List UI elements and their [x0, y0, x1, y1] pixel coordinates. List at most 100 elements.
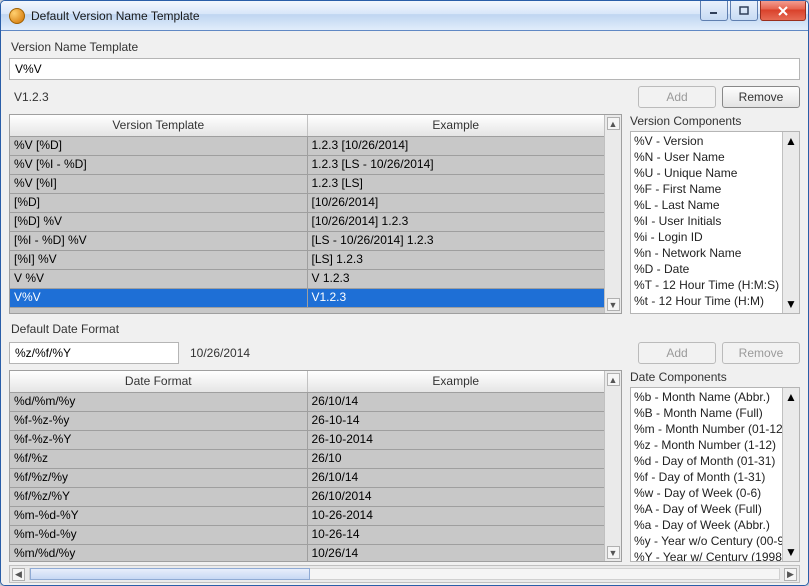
- cell-example: 10-26-14: [308, 526, 605, 544]
- cell-example: 26-10-14: [308, 412, 605, 430]
- date-add-button[interactable]: Add: [638, 342, 716, 364]
- window-title: Default Version Name Template: [31, 9, 200, 23]
- list-item[interactable]: %U - Unique Name: [634, 165, 796, 181]
- list-item[interactable]: %i - Login ID: [634, 229, 796, 245]
- cell-template: %V [%I]: [10, 175, 308, 193]
- version-components-list[interactable]: %V - Version%N - User Name%U - Unique Na…: [630, 131, 800, 314]
- list-item[interactable]: %f - Day of Month (1-31): [634, 469, 796, 485]
- date-components-list[interactable]: %b - Month Name (Abbr.)%B - Month Name (…: [630, 387, 800, 562]
- column-date-format[interactable]: Date Format: [10, 371, 308, 392]
- list-item[interactable]: %I - User Initials: [634, 213, 796, 229]
- table-row[interactable]: V%VV1.2.3: [10, 289, 604, 308]
- list-item[interactable]: %n - Network Name: [634, 245, 796, 261]
- cell-example: 26/10/2014: [308, 488, 605, 506]
- list-item[interactable]: %L - Last Name: [634, 197, 796, 213]
- scroll-right-icon[interactable]: ▶: [784, 568, 797, 581]
- table-row[interactable]: [%I] %V[LS] 1.2.3: [10, 251, 604, 270]
- column-version-example[interactable]: Example: [308, 115, 605, 136]
- window-hscroll[interactable]: ◀ ▶: [9, 565, 800, 583]
- window-close-button[interactable]: [760, 1, 806, 21]
- scroll-down-icon[interactable]: ▼: [607, 298, 620, 311]
- list-item[interactable]: %V - Version: [634, 133, 796, 149]
- table-row[interactable]: %m/%d/%y10/26/14: [10, 545, 604, 561]
- table-row[interactable]: %V [%I]1.2.3 [LS]: [10, 175, 604, 194]
- cell-format: %m-%d-%y: [10, 526, 308, 544]
- cell-format: %m-%d-%Y: [10, 507, 308, 525]
- date-remove-button[interactable]: Remove: [722, 342, 800, 364]
- list-item[interactable]: %y - Year w/o Century (00-99): [634, 533, 796, 549]
- cell-template: [%I - %D] %V: [10, 232, 308, 250]
- cell-template: V %V: [10, 270, 308, 288]
- window-maximize-button[interactable]: [730, 1, 758, 21]
- cell-template: %V [%I - %D]: [10, 156, 308, 174]
- column-date-example[interactable]: Example: [308, 371, 605, 392]
- cell-template: %V [%D]: [10, 137, 308, 155]
- list-item[interactable]: %t - 12 Hour Time (H:M): [634, 293, 796, 309]
- cell-template: [%D]: [10, 194, 308, 212]
- scroll-down-icon[interactable]: ▼: [785, 545, 797, 559]
- cell-example: V1.2.3: [308, 289, 605, 307]
- version-template-input[interactable]: [9, 58, 800, 80]
- table-row[interactable]: %d/%m/%y26/10/14: [10, 393, 604, 412]
- scroll-down-icon[interactable]: ▼: [607, 546, 620, 559]
- cell-example: [LS] 1.2.3: [308, 251, 605, 269]
- list-item[interactable]: %a - Day of Week (Abbr.): [634, 517, 796, 533]
- table-row[interactable]: %f-%z-%Y26-10-2014: [10, 431, 604, 450]
- list-item[interactable]: %b - Month Name (Abbr.): [634, 389, 796, 405]
- version-table-vscroll[interactable]: ▲ ▼: [604, 115, 621, 313]
- list-item[interactable]: %w - Day of Week (0-6): [634, 485, 796, 501]
- cell-format: %f/%z: [10, 450, 308, 468]
- list-item[interactable]: %A - Day of Week (Full): [634, 501, 796, 517]
- date-components-vscroll[interactable]: ▲ ▼: [782, 388, 799, 561]
- list-item[interactable]: %T - 12 Hour Time (H:M:S): [634, 277, 796, 293]
- cell-format: %f/%z/%Y: [10, 488, 308, 506]
- table-row[interactable]: %m-%d-%y10-26-14: [10, 526, 604, 545]
- table-row[interactable]: [%I - %D] %V[LS - 10/26/2014] 1.2.3: [10, 232, 604, 251]
- cell-template: [%I] %V: [10, 251, 308, 269]
- scroll-up-icon[interactable]: ▲: [607, 117, 620, 130]
- list-item[interactable]: %Y - Year w/ Century (1998): [634, 549, 796, 562]
- table-row[interactable]: V %VV 1.2.3: [10, 270, 604, 289]
- table-row[interactable]: %V [%I - %D]1.2.3 [LS - 10/26/2014]: [10, 156, 604, 175]
- hscroll-thumb[interactable]: [30, 568, 310, 580]
- date-format-input[interactable]: [9, 342, 179, 364]
- cell-example: 26/10/14: [308, 469, 605, 487]
- scroll-up-icon[interactable]: ▲: [785, 134, 797, 148]
- list-item[interactable]: %B - Month Name (Full): [634, 405, 796, 421]
- list-item[interactable]: %d - Day of Month (01-31): [634, 453, 796, 469]
- app-icon: [9, 8, 25, 24]
- list-item[interactable]: %N - User Name: [634, 149, 796, 165]
- scroll-left-icon[interactable]: ◀: [12, 568, 25, 581]
- date-table-vscroll[interactable]: ▲ ▼: [604, 371, 621, 561]
- scroll-up-icon[interactable]: ▲: [785, 390, 797, 404]
- table-row[interactable]: %f/%z/%Y26/10/2014: [10, 488, 604, 507]
- version-templates-table[interactable]: Version Template Example %V [%D]1.2.3 [1…: [9, 114, 622, 314]
- table-row[interactable]: [%D] %V[10/26/2014] 1.2.3: [10, 213, 604, 232]
- table-row[interactable]: %f-%z-%y26-10-14: [10, 412, 604, 431]
- version-components-label: Version Components: [630, 114, 800, 128]
- table-row[interactable]: %m-%d-%Y10-26-2014: [10, 507, 604, 526]
- version-remove-button[interactable]: Remove: [722, 86, 800, 108]
- cell-example: 26-10-2014: [308, 431, 605, 449]
- date-formats-table[interactable]: Date Format Example %d/%m/%y26/10/14%f-%…: [9, 370, 622, 562]
- list-item[interactable]: %z - Month Number (1-12): [634, 437, 796, 453]
- table-row[interactable]: [%D][10/26/2014]: [10, 194, 604, 213]
- window-minimize-button[interactable]: [700, 1, 728, 21]
- version-add-button[interactable]: Add: [638, 86, 716, 108]
- cell-format: %d/%m/%y: [10, 393, 308, 411]
- cell-example: 1.2.3 [LS - 10/26/2014]: [308, 156, 605, 174]
- date-preview: 10/26/2014: [185, 342, 632, 364]
- scroll-down-icon[interactable]: ▼: [785, 297, 797, 311]
- list-item[interactable]: %m - Month Number (01-12): [634, 421, 796, 437]
- table-row[interactable]: %V [%D]1.2.3 [10/26/2014]: [10, 137, 604, 156]
- list-item[interactable]: %D - Date: [634, 261, 796, 277]
- column-version-template[interactable]: Version Template: [10, 115, 308, 136]
- scroll-up-icon[interactable]: ▲: [607, 373, 620, 386]
- table-row[interactable]: %f/%z26/10: [10, 450, 604, 469]
- titlebar[interactable]: Default Version Name Template: [1, 1, 808, 31]
- cell-example: 26/10: [308, 450, 605, 468]
- cell-example: V 1.2.3: [308, 270, 605, 288]
- list-item[interactable]: %F - First Name: [634, 181, 796, 197]
- table-row[interactable]: %f/%z/%y26/10/14: [10, 469, 604, 488]
- version-components-vscroll[interactable]: ▲ ▼: [782, 132, 799, 313]
